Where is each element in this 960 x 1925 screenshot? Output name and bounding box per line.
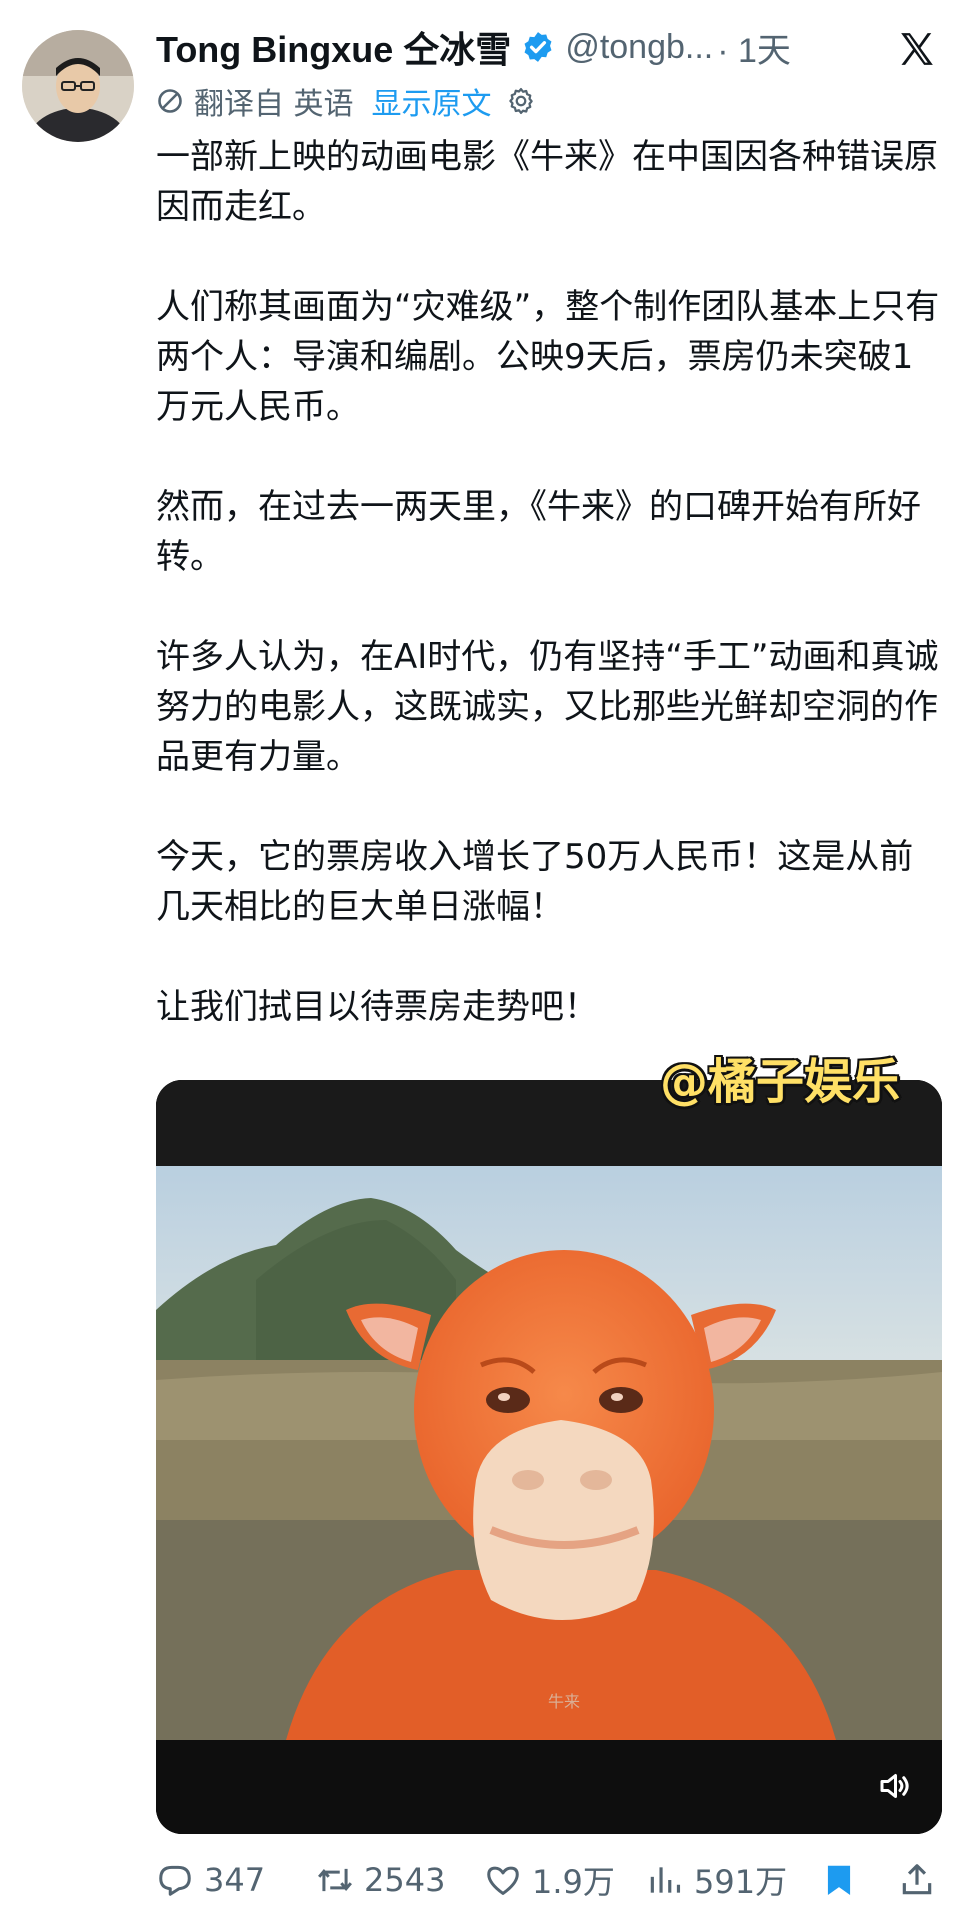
retweet-count: 2543 [364, 1861, 446, 1899]
author-handle[interactable]: @tongb... [565, 28, 713, 67]
post-paragraph: 许多人认为，在AI时代，仍有坚持“手工”动画和真诚努力的电影人，这既诚实，又比那… [156, 637, 939, 777]
reply-button[interactable]: 347 [156, 1861, 265, 1899]
watermark: @橘子娱乐 [660, 1054, 901, 1110]
views-button[interactable]: 591万 [646, 1857, 787, 1903]
like-count: 1.9万 [532, 1863, 615, 1901]
share-button[interactable] [898, 1861, 946, 1899]
post-time[interactable]: · 1天 [717, 23, 791, 72]
share-icon [902, 1864, 932, 1895]
bookmark-icon [827, 1865, 851, 1896]
retweet-button[interactable]: 2543 [316, 1861, 445, 1899]
post-paragraph: 一部新上映的动画电影《牛来》在中国因各种错误原因而走红。 [156, 137, 938, 227]
action-bar: 347 2543 1.9万 591万 [156, 1855, 942, 1905]
post-video[interactable]: 牛来 [156, 1080, 942, 1834]
post-header: Tong Bingxue 仝冰雪 @tongb... · 1天 [156, 26, 940, 71]
sound-icon[interactable] [876, 1768, 912, 1804]
post-body: 一部新上映的动画电影《牛来》在中国因各种错误原因而走红。 人们称其画面为“灾难级… [156, 132, 942, 1032]
verified-badge-icon [524, 32, 552, 62]
like-icon [487, 1866, 519, 1895]
views-icon [650, 1867, 681, 1893]
reply-count: 347 [204, 1861, 266, 1899]
reply-icon [159, 1865, 191, 1896]
video-frame [156, 1080, 942, 1834]
avatar-image [22, 30, 134, 142]
author-name[interactable]: Tong Bingxue 仝冰雪 [156, 21, 511, 73]
bookmark-button[interactable] [820, 1861, 868, 1899]
post-paragraph: 今天，它的票房收入增长了50万人民币！这是从前几天相比的巨大单日涨幅！ [156, 837, 914, 927]
show-original-link[interactable]: 显示原文 [372, 79, 492, 123]
post-paragraph: 让我们拭目以待票房走势吧！ [156, 987, 598, 1027]
gear-icon[interactable] [506, 86, 536, 116]
retweet-icon [318, 1868, 352, 1892]
views-count: 591万 [694, 1863, 788, 1901]
post-paragraph: 人们称其画面为“灾难级”，整个制作团队基本上只有两个人：导演和编剧。公映9天后，… [156, 287, 940, 427]
x-logo-icon[interactable] [898, 30, 936, 68]
translate-icon [158, 89, 182, 113]
translation-row: 翻译自 英语 显示原文 [156, 80, 536, 122]
avatar[interactable] [22, 30, 134, 142]
like-button[interactable]: 1.9万 [484, 1857, 615, 1903]
translation-note: 翻译自 英语 [194, 87, 354, 122]
post-paragraph: 然而，在过去一两天里，《牛来》的口碑开始有所好转。 [156, 487, 921, 577]
video-subtitle: 牛来 [548, 1692, 581, 1711]
